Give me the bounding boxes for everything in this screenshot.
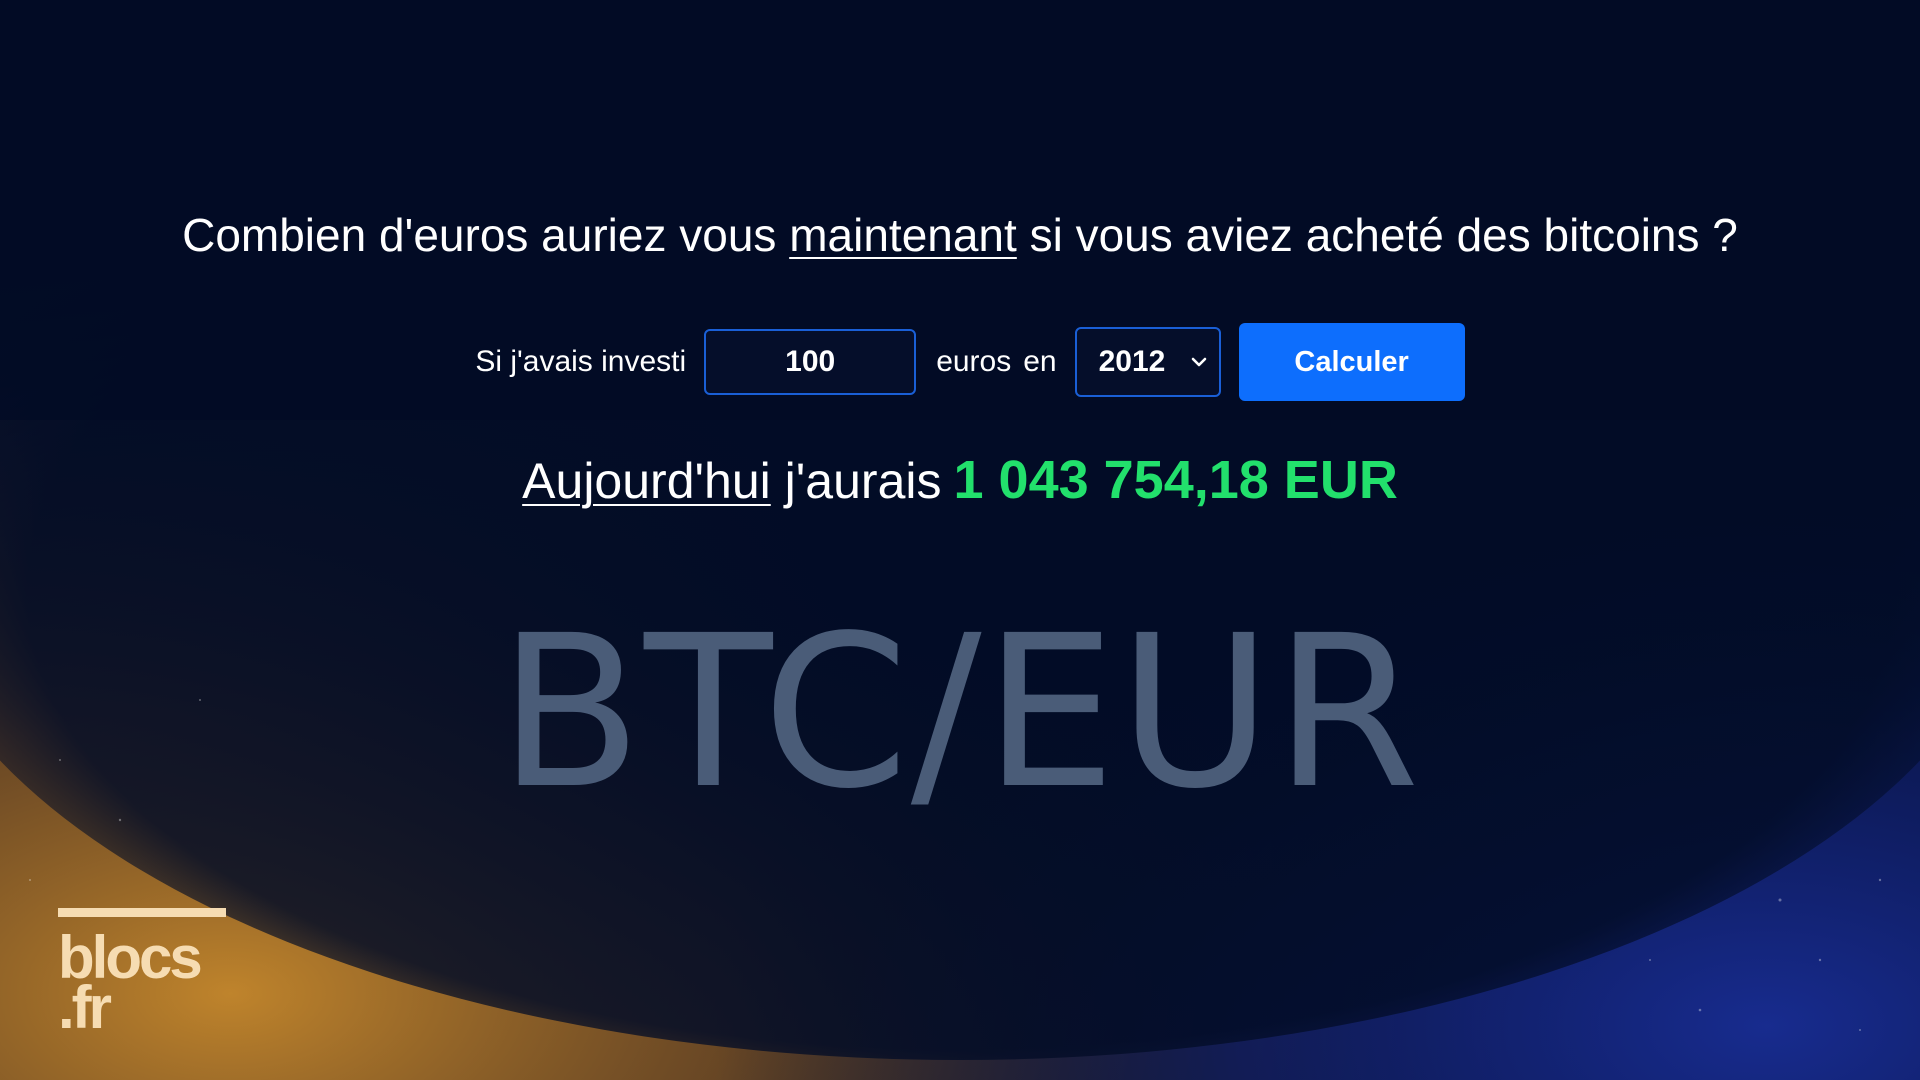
question-underlined-word: maintenant [789,209,1017,261]
euros-label: euros [936,345,1012,378]
calculate-button[interactable]: Calculer [1238,323,1465,401]
would-have-label: j'aurais [770,453,942,509]
year-select[interactable]: 2012 [1074,327,1221,397]
amount-input[interactable] [704,329,917,395]
blocs-logo: blocs .fr [58,906,228,1041]
calculator-form: Si j'avais investi euros en 2012 Calcule… [0,322,1920,402]
year-selected-value: 2012 [1098,345,1166,378]
pair-watermark: BTC/EUR [498,590,1422,835]
logo-text-line2: .fr [58,974,112,1041]
today-label: Aujourd'hui [522,453,771,509]
result-line: Aujourd'hui j'aurais 1 043 754,18 EUR [0,447,1920,514]
en-label: en [1023,345,1057,378]
result-amount: 1 043 754,18 EUR [953,450,1398,510]
page: Combien d'euros auriez vous maintenant s… [0,0,1920,1080]
background-glow [0,0,1920,1080]
question-after: si vous aviez acheté des bitcoins ? [1016,209,1738,261]
invest-label: Si j'avais investi [475,345,687,378]
question-heading: Combien d'euros auriez vous maintenant s… [0,205,1920,265]
chevron-down-icon [1191,357,1206,367]
question-before: Combien d'euros auriez vous [182,209,790,261]
logo-bar [58,908,226,917]
